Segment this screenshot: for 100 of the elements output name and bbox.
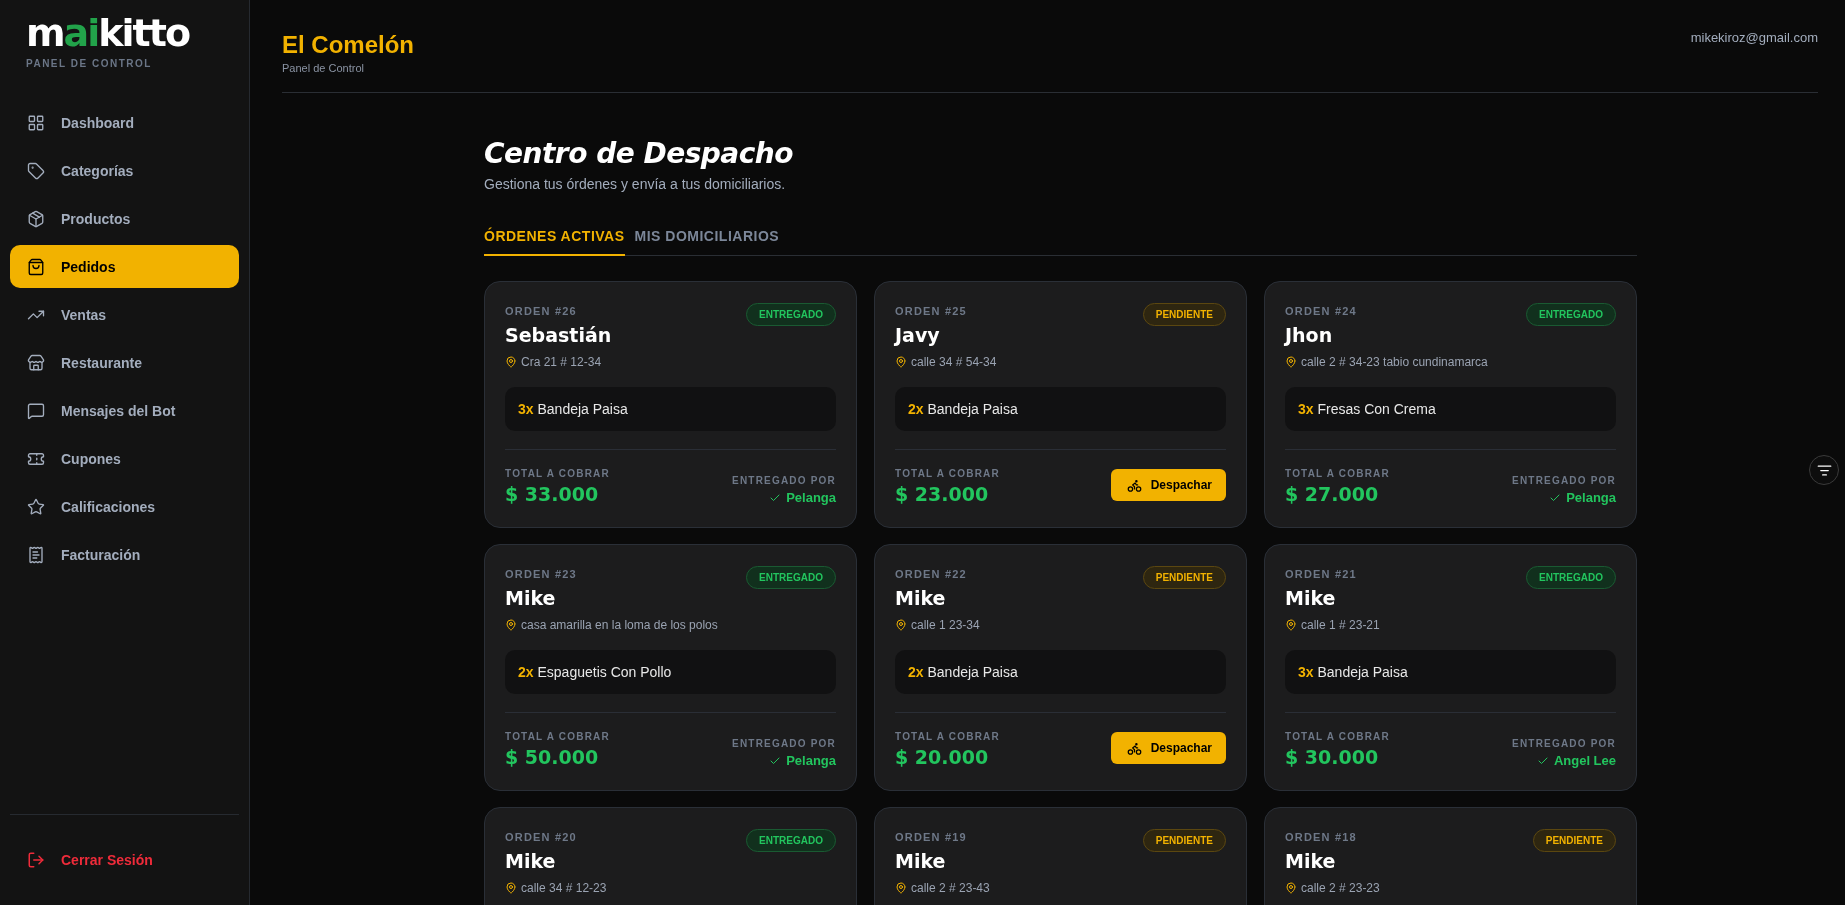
nav-item[interactable]: Ventas xyxy=(10,293,239,336)
order-number: ORDEN #19 xyxy=(895,831,967,843)
total-amount: $ 27.000 xyxy=(1285,483,1379,505)
address-text: calle 2 # 34-23 tabio cundinamarca xyxy=(1301,355,1488,369)
filter-icon xyxy=(1816,462,1832,478)
courier-name: Angel Lee xyxy=(1553,753,1616,768)
nav-item[interactable]: Facturación xyxy=(10,533,239,576)
restaurant-title: El Comelón xyxy=(282,30,414,59)
map-pin-icon xyxy=(895,619,907,631)
total-label: TOTAL A COBRAR xyxy=(505,468,610,479)
status-badge: PENDIENTE xyxy=(1142,829,1226,852)
map-pin-icon xyxy=(1285,882,1297,894)
total-label: TOTAL A COBRAR xyxy=(505,731,610,742)
status-badge: PENDIENTE xyxy=(1142,566,1226,589)
map-pin-icon xyxy=(1285,356,1297,368)
customer-name: Mike xyxy=(895,850,946,872)
customer-name: Mike xyxy=(1285,587,1336,609)
address-text: casa amarilla en la loma de los polos xyxy=(521,618,718,632)
address-text: calle 2 # 23-43 xyxy=(911,881,990,895)
customer-name: Jhon xyxy=(1285,324,1333,346)
shopping-bag-icon xyxy=(27,257,45,276)
nav-item[interactable]: Restaurante xyxy=(10,341,239,384)
nav-item[interactable]: Mensajes del Bot xyxy=(10,389,239,432)
status-badge: ENTREGADO xyxy=(1526,303,1616,326)
nav-item[interactable]: Cupones xyxy=(10,437,239,480)
order-number: ORDEN #24 xyxy=(1285,305,1357,317)
map-pin-icon xyxy=(1285,619,1297,631)
address-text: calle 1 # 23-21 xyxy=(1301,618,1380,632)
total-label: TOTAL A COBRAR xyxy=(895,731,1000,742)
order-number: ORDEN #21 xyxy=(1285,568,1357,580)
page-title: Centro de Despacho xyxy=(484,137,795,170)
dispatch-button[interactable]: Despachar xyxy=(1110,469,1226,501)
total-amount: $ 33.000 xyxy=(505,483,599,505)
total-label: TOTAL A COBRAR xyxy=(895,468,1000,479)
nav-item[interactable]: Pedidos xyxy=(10,245,239,288)
header-subtitle: Panel de Control xyxy=(282,61,365,74)
dispatch-button[interactable]: Despachar xyxy=(1110,732,1226,764)
bicycle-icon xyxy=(1126,740,1142,756)
order-item: 3x Bandeja Paisa xyxy=(518,401,629,417)
customer-name: Mike xyxy=(895,587,946,609)
chat-bubble-icon xyxy=(27,401,45,420)
map-pin-icon xyxy=(895,882,907,894)
delivered-by-label: ENTREGADO POR xyxy=(732,475,836,486)
status-badge: ENTREGADO xyxy=(746,303,836,326)
delivered-by-label: ENTREGADO POR xyxy=(732,738,836,749)
status-badge: PENDIENTE xyxy=(1532,829,1616,852)
courier-name: Pelanga xyxy=(786,490,836,505)
order-item: 2x Espaguetis Con Pollo xyxy=(518,664,673,680)
store-icon xyxy=(27,353,45,372)
order-item: 3x Bandeja Paisa xyxy=(1298,664,1409,680)
order-number: ORDEN #20 xyxy=(505,831,577,843)
total-amount: $ 20.000 xyxy=(895,746,989,768)
delivered-by-label: ENTREGADO POR xyxy=(1512,475,1616,486)
tag-icon xyxy=(27,161,45,180)
order-number: ORDEN #23 xyxy=(505,568,577,580)
total-amount: $ 30.000 xyxy=(1285,746,1379,768)
address-text: calle 34 # 54-34 xyxy=(911,355,997,369)
order-item: 2x Bandeja Paisa xyxy=(908,664,1019,680)
status-badge: ENTREGADO xyxy=(1526,566,1616,589)
map-pin-icon xyxy=(505,882,517,894)
courier-name: Pelanga xyxy=(786,753,836,768)
order-number: ORDEN #26 xyxy=(505,305,577,317)
address-text: calle 34 # 12-23 xyxy=(521,881,607,895)
logo-subtitle: PANEL DE CONTROL xyxy=(25,58,152,69)
status-badge: PENDIENTE xyxy=(1142,303,1226,326)
total-label: TOTAL A COBRAR xyxy=(1285,731,1390,742)
nav-item[interactable]: Dashboard xyxy=(10,101,239,144)
bicycle-icon xyxy=(1126,477,1142,493)
nav-item[interactable]: Categorías xyxy=(10,149,239,192)
grid-icon xyxy=(27,113,45,132)
nav-item[interactable]: Calificaciones xyxy=(10,485,239,528)
customer-name: Mike xyxy=(505,587,556,609)
user-email: mikekiroz@gmail.com xyxy=(1690,29,1818,45)
customer-name: Mike xyxy=(505,850,556,872)
map-pin-icon xyxy=(505,356,517,368)
order-number: ORDEN #25 xyxy=(895,305,967,317)
page-subtitle: Gestiona tus órdenes y envía a tus domiciliarios. xyxy=(484,176,787,192)
customer-name: Javy xyxy=(895,324,940,346)
filter-button[interactable] xyxy=(1809,455,1839,485)
status-badge: ENTREGADO xyxy=(746,829,836,852)
customer-name: Sebastián xyxy=(505,324,612,346)
total-amount: $ 23.000 xyxy=(895,483,989,505)
total-label: TOTAL A COBRAR xyxy=(1285,468,1390,479)
tab[interactable]: ÓRDENES ACTIVAS xyxy=(484,228,625,256)
customer-name: Mike xyxy=(1285,850,1336,872)
logout-icon xyxy=(27,851,45,869)
receipt-icon xyxy=(27,545,45,564)
logout-link[interactable]: Cerrar Sesión xyxy=(10,815,170,905)
order-item: 2x Bandeja Paisa xyxy=(908,401,1019,417)
box-icon xyxy=(27,209,45,228)
address-text: Cra 21 # 12-34 xyxy=(521,355,602,369)
map-pin-icon xyxy=(895,356,907,368)
address-text: calle 1 23-34 xyxy=(911,618,980,632)
delivered-by-label: ENTREGADO POR xyxy=(1512,738,1616,749)
tab[interactable]: MIS DOMICILIARIOS xyxy=(634,228,780,256)
address-text: calle 2 # 23-23 xyxy=(1301,881,1380,895)
nav-item[interactable]: Productos xyxy=(10,197,239,240)
total-amount: $ 50.000 xyxy=(505,746,599,768)
order-item: 3x Fresas Con Crema xyxy=(1298,401,1437,417)
order-number: ORDEN #22 xyxy=(895,568,967,580)
